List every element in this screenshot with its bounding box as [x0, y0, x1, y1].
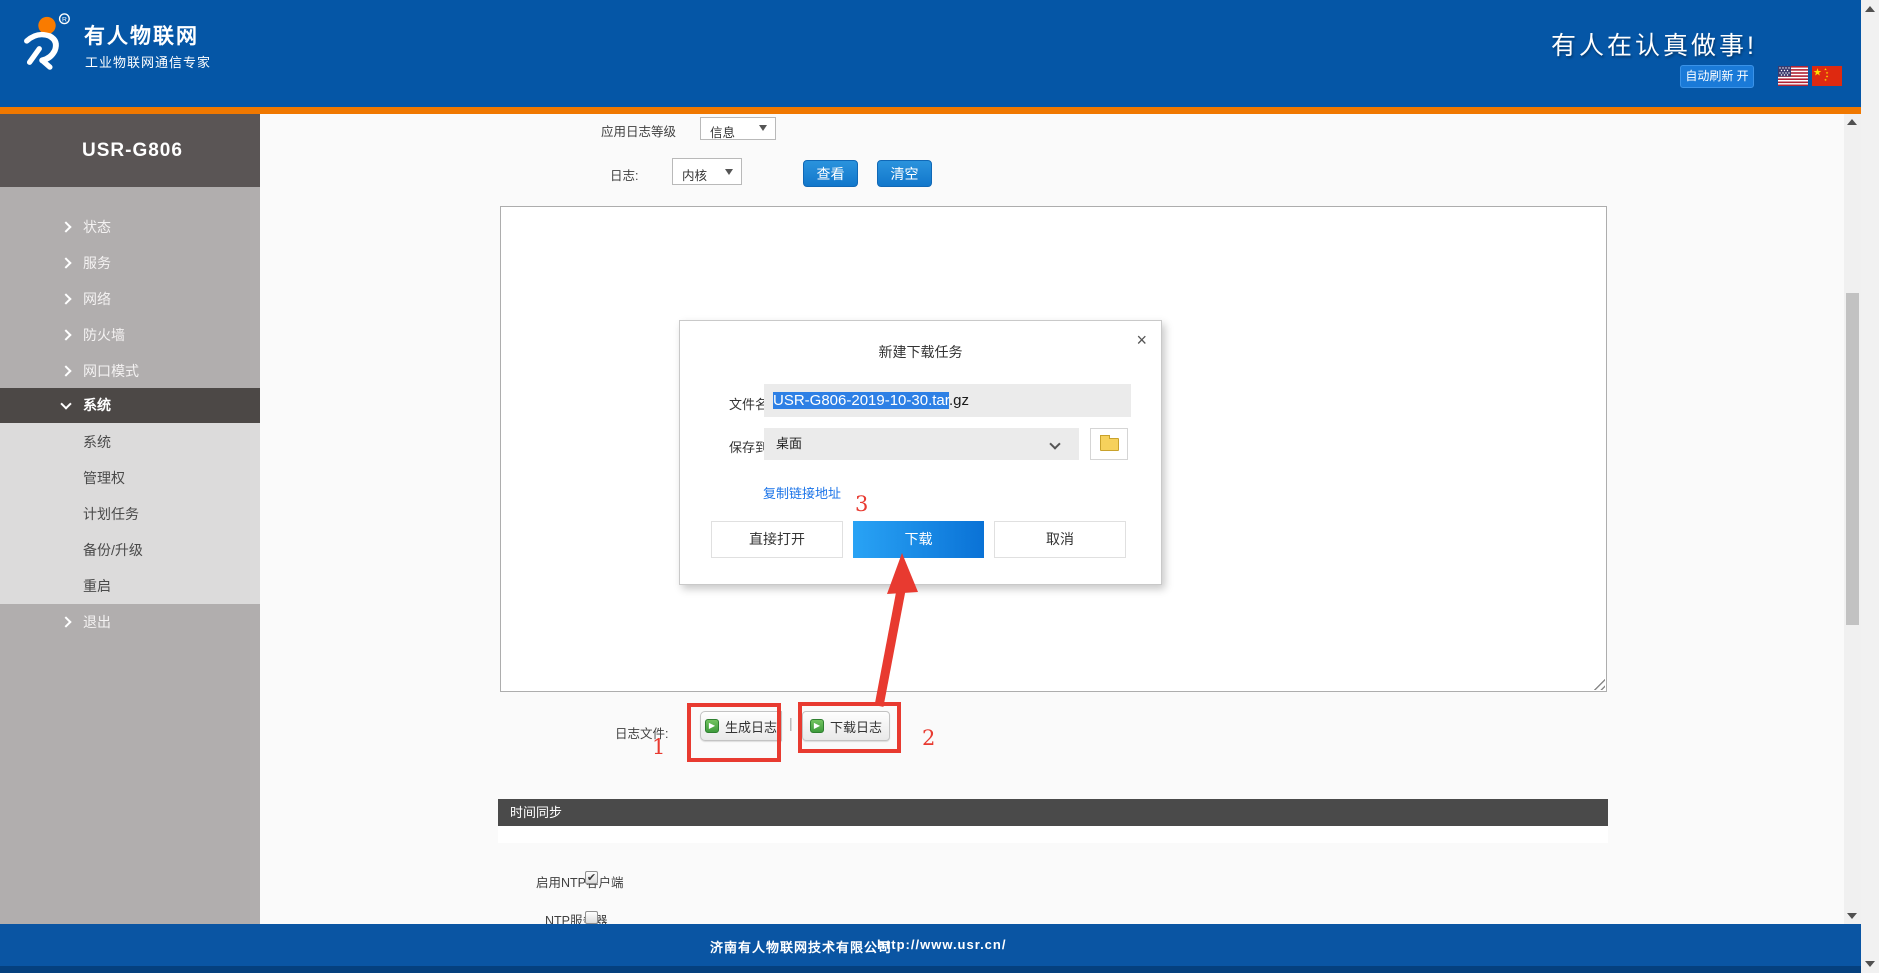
scroll-down-icon[interactable] — [1865, 961, 1875, 967]
footer-strip — [0, 966, 1861, 973]
open-directly-button[interactable]: 直接打开 — [711, 521, 843, 558]
sidebar-subitem-scheduled-tasks[interactable]: 计划任务 — [0, 496, 260, 532]
dropdown-caret-icon — [759, 125, 767, 131]
slogan: 有人在认真做事! — [1551, 26, 1757, 62]
log-type-select[interactable]: 内核 — [672, 158, 742, 185]
scroll-up-icon[interactable] — [1847, 119, 1857, 125]
annotation-box-2 — [798, 702, 901, 753]
save-to-select[interactable]: 桌面 — [764, 428, 1079, 460]
time-sync-section-header: 时间同步 — [498, 799, 1608, 826]
annotation-box-1 — [687, 703, 781, 762]
auto-refresh-toggle[interactable]: 自动刷新 开 — [1680, 65, 1754, 88]
folder-icon — [1100, 438, 1119, 451]
accent-stripe — [0, 107, 1861, 114]
annotation-step-2: 2 — [922, 726, 935, 750]
sidebar-subitem-admin[interactable]: 管理权 — [0, 460, 260, 496]
sidebar-item-system[interactable]: 系统 — [0, 388, 260, 423]
clear-log-button[interactable]: 清空 — [877, 160, 932, 187]
sidebar-item-logout[interactable]: 退出 — [0, 604, 260, 640]
svg-text:R: R — [62, 16, 67, 23]
view-log-button[interactable]: 查看 — [803, 160, 858, 187]
section-spacer — [498, 826, 1608, 843]
header: R 有人物联网 工业物联网通信专家 有人在认真做事! 自动刷新 开 — [0, 0, 1861, 107]
sidebar-header: USR-G806 — [0, 114, 260, 187]
sidebar-item-status[interactable]: 状态 — [0, 209, 260, 245]
app-log-level-select[interactable]: 信息 — [700, 117, 776, 140]
save-to-label: 保存到 — [729, 437, 768, 456]
dropdown-caret-icon — [725, 169, 733, 175]
resize-grip-icon[interactable] — [1593, 678, 1605, 690]
selected-text: USR-G806-2019-10-30.tar — [773, 392, 949, 409]
ntp-client-checkbox[interactable]: ✔ — [585, 871, 598, 884]
copy-link[interactable]: 复制链接地址 — [763, 483, 841, 502]
sidebar-subitem-reboot[interactable]: 重启 — [0, 568, 260, 604]
browse-folder-button[interactable] — [1090, 428, 1128, 460]
scrollbar-thumb[interactable] — [1846, 293, 1859, 625]
ntp-server-checkbox[interactable] — [585, 911, 598, 924]
footer-website[interactable]: http://www.usr.cn/ — [877, 937, 1006, 952]
cancel-button[interactable]: 取消 — [994, 521, 1126, 558]
device-model: USR-G806 — [82, 140, 183, 162]
chevron-right-icon — [60, 365, 71, 376]
chevron-right-icon — [60, 616, 71, 627]
sidebar-item-port-mode[interactable]: 网口模式 — [0, 353, 260, 389]
sidebar-item-network[interactable]: 网络 — [0, 281, 260, 317]
close-icon[interactable]: × — [1136, 331, 1147, 349]
dialog-title: 新建下载任务 — [680, 342, 1161, 362]
app-log-level-label: 应用日志等级 — [598, 121, 676, 140]
sidebar-item-firewall[interactable]: 防火墙 — [0, 317, 260, 353]
content-scrollbar[interactable] — [1844, 114, 1861, 924]
button-separator: | — [789, 715, 793, 731]
svg-text:★: ★ — [1813, 68, 1822, 79]
chevron-right-icon — [60, 221, 71, 232]
filename-input[interactable]: USR-G806-2019-10-30.tar.gz — [764, 384, 1131, 417]
sidebar-subitem-backup-upgrade[interactable]: 备份/升级 — [0, 532, 260, 568]
annotation-step-1: 1 — [652, 735, 665, 759]
log-label: 日志: — [610, 165, 638, 184]
chevron-right-icon — [60, 329, 71, 340]
scroll-up-icon[interactable] — [1865, 6, 1875, 12]
chevron-down-icon — [1049, 438, 1060, 449]
browser-scrollbar[interactable] — [1861, 0, 1879, 973]
footer-company: 济南有人物联网技术有限公司 — [710, 937, 892, 956]
scroll-down-icon[interactable] — [1847, 913, 1857, 919]
footer: 济南有人物联网技术有限公司 http://www.usr.cn/ — [0, 924, 1861, 966]
sidebar-subitem-system[interactable]: 系统 — [0, 424, 260, 460]
annotation-arrow — [860, 545, 930, 715]
ntp-client-label: 启用NTP客户端 — [536, 872, 624, 891]
svg-text:★: ★ — [1824, 78, 1827, 82]
annotation-step-3: 3 — [855, 492, 868, 516]
us-flag-icon[interactable] — [1778, 66, 1808, 86]
brand-subtitle: 工业物联网通信专家 — [85, 52, 211, 71]
usr-logo-icon: R — [18, 12, 76, 70]
chevron-down-icon — [60, 398, 71, 409]
chevron-right-icon — [60, 257, 71, 268]
sidebar-item-services[interactable]: 服务 — [0, 245, 260, 281]
brand-title: 有人物联网 — [84, 20, 199, 50]
page: R 有人物联网 工业物联网通信专家 有人在认真做事! 自动刷新 开 — [0, 0, 1879, 973]
cn-flag-icon[interactable]: ★ ★ ★ ★ ★ — [1812, 66, 1842, 86]
system-submenu: 系统 管理权 计划任务 备份/升级 重启 — [0, 423, 260, 604]
filename-label: 文件名 — [729, 394, 768, 413]
chevron-right-icon — [60, 293, 71, 304]
